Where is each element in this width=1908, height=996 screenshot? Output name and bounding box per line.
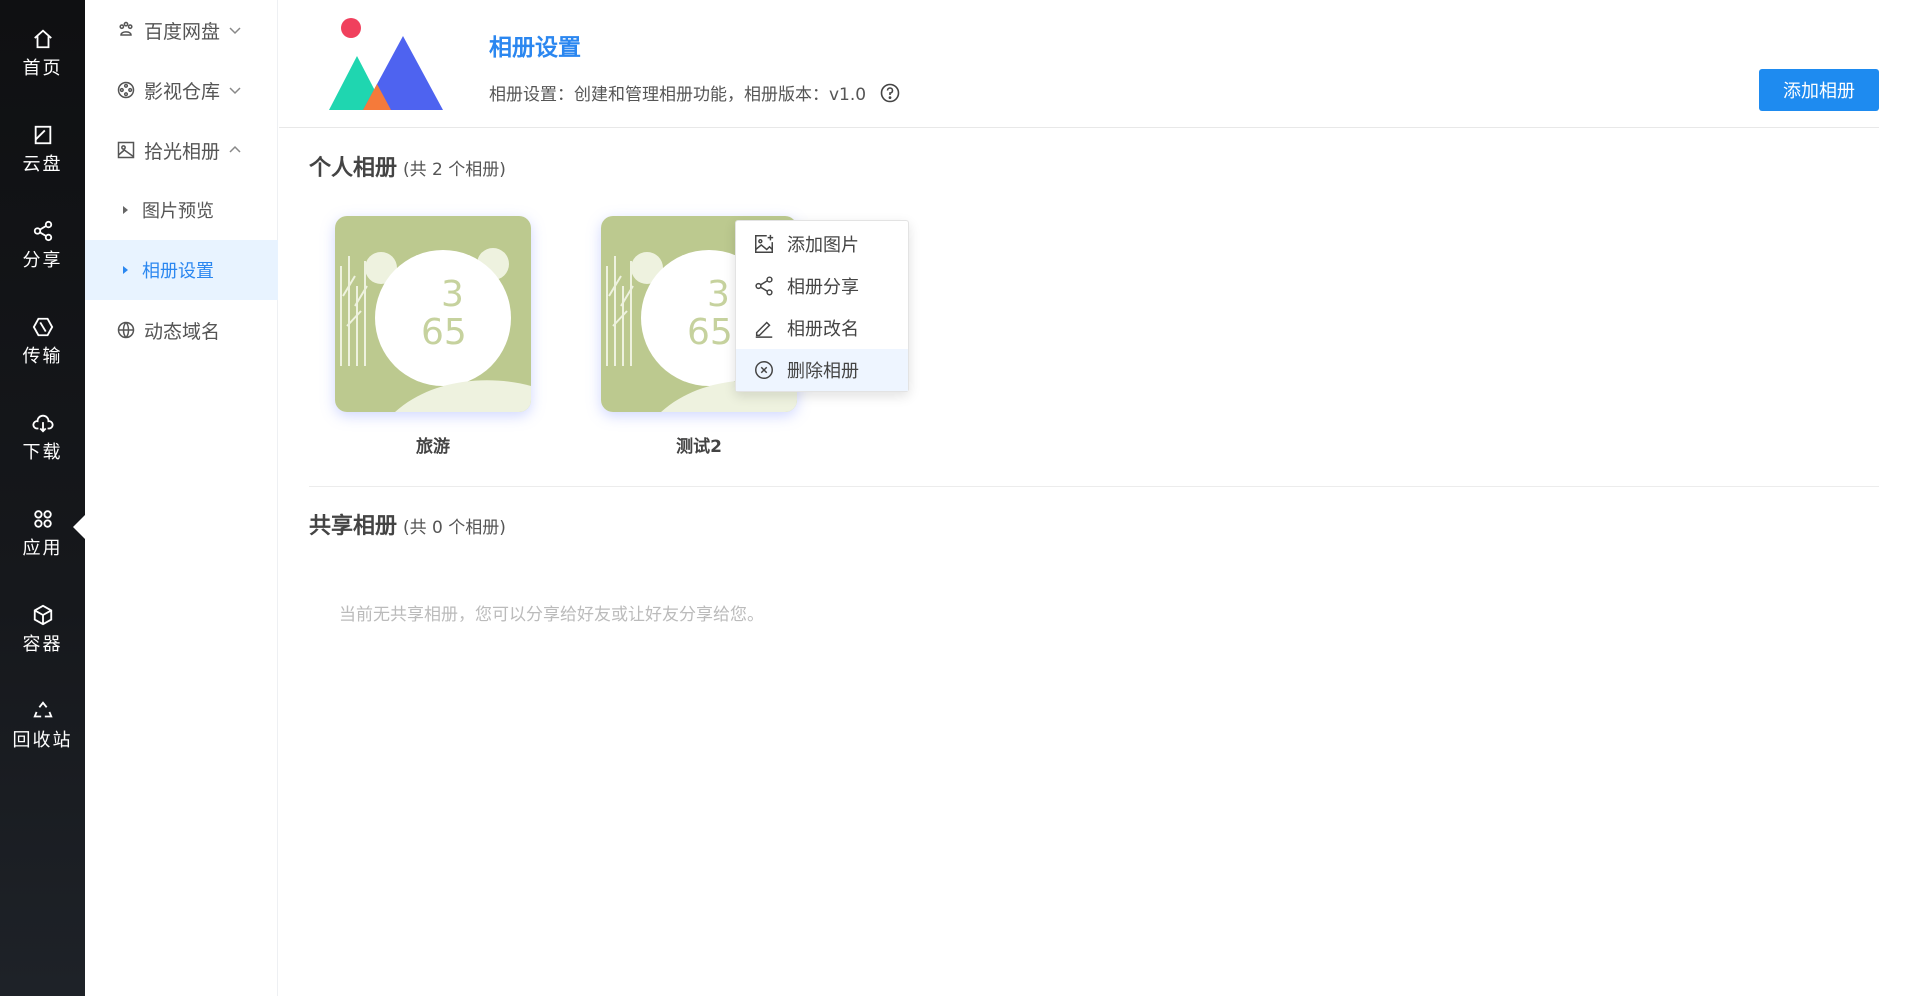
nav-item-share[interactable]: 分享	[0, 202, 85, 282]
page-subtitle: 相册设置：创建和管理相册功能，相册版本：v1.0	[489, 80, 900, 105]
personal-albums-title: 个人相册 (共 2 个相册)	[309, 150, 506, 182]
download-icon	[31, 414, 54, 433]
caret-right-icon	[123, 206, 128, 214]
chevron-down-icon	[229, 27, 241, 35]
page-title: 相册设置	[489, 35, 581, 61]
active-pointer	[73, 515, 85, 539]
svg-text:65: 65	[421, 312, 467, 353]
image-icon	[117, 141, 135, 159]
section-heading: 个人相册	[309, 156, 398, 181]
apps-icon	[33, 510, 52, 528]
share-icon	[33, 220, 52, 242]
submenu-label: 图片预览	[142, 201, 214, 222]
submenu-item-baidu[interactable]: 百度网盘	[85, 0, 278, 60]
cloud-disk-icon	[34, 125, 51, 145]
submenu-item-album[interactable]: 拾光相册	[85, 120, 278, 180]
submenu: 百度网盘 影视仓库 拾光相册 图片预览 相册设置 动态域名	[85, 0, 278, 996]
submenu-label: 百度网盘	[144, 20, 221, 43]
album-logo-icon	[329, 18, 443, 110]
share-icon	[755, 276, 773, 296]
svg-text:3: 3	[707, 274, 730, 315]
section-heading: 共享相册	[309, 514, 398, 539]
album-count: (共 2 个相册)	[403, 160, 506, 180]
chevron-up-icon	[229, 145, 241, 153]
menu-label: 添加图片	[787, 235, 859, 256]
main-nav: 首页 云盘 分享 传输 下载 应用 容器 回收站	[0, 0, 85, 996]
nav-item-container[interactable]: 容器	[0, 586, 85, 666]
nav-item-recycle[interactable]: 回收站	[0, 682, 85, 762]
nav-item-download[interactable]: 下载	[0, 394, 85, 474]
nav-label: 云盘	[22, 154, 63, 175]
home-icon	[33, 29, 52, 49]
nav-label: 传输	[22, 346, 63, 367]
menu-item-share-album[interactable]: 相册分享	[736, 265, 908, 307]
nav-label: 分享	[22, 250, 63, 271]
edit-icon	[755, 321, 773, 338]
album-count: (共 0 个相册)	[403, 518, 506, 538]
film-reel-icon	[117, 81, 135, 99]
submenu-label: 影视仓库	[144, 80, 221, 103]
paw-icon	[119, 21, 133, 36]
shared-albums-title: 共享相册 (共 0 个相册)	[309, 508, 506, 540]
menu-label: 相册分享	[787, 277, 859, 298]
submenu-item-album-settings[interactable]: 相册设置	[85, 240, 278, 300]
page-header: 相册设置 相册设置：创建和管理相册功能，相册版本：v1.0 添加相册	[279, 0, 1879, 128]
add-album-button[interactable]: 添加相册	[1759, 69, 1879, 111]
nav-item-home[interactable]: 首页	[0, 10, 85, 90]
chevron-down-icon	[229, 87, 241, 95]
menu-item-delete-album[interactable]: 删除相册	[736, 349, 908, 391]
submenu-item-video[interactable]: 影视仓库	[85, 60, 278, 120]
submenu-item-ddns[interactable]: 动态域名	[85, 300, 278, 360]
section-divider	[309, 486, 1879, 487]
menu-item-add-image[interactable]: 添加图片	[736, 223, 908, 265]
nav-item-transfer[interactable]: 传输	[0, 298, 85, 378]
album-card-travel[interactable]: 3 65	[335, 216, 531, 412]
menu-item-rename-album[interactable]: 相册改名	[736, 307, 908, 349]
submenu-item-preview[interactable]: 图片预览	[85, 180, 278, 240]
nav-item-cloud[interactable]: 云盘	[0, 106, 85, 186]
add-image-icon	[755, 234, 774, 253]
submenu-label: 动态域名	[144, 320, 221, 343]
page-description: 相册设置：创建和管理相册功能，相册版本：v1.0	[489, 85, 867, 105]
delete-circle-icon	[755, 361, 773, 379]
svg-text:65: 65	[687, 312, 733, 353]
help-icon[interactable]	[880, 83, 900, 103]
nav-label: 首页	[22, 58, 63, 79]
nav-label: 下载	[22, 442, 63, 463]
svg-text:3: 3	[441, 274, 464, 315]
container-icon	[33, 604, 52, 626]
nav-label: 回收站	[12, 730, 73, 751]
nav-label: 容器	[22, 634, 63, 655]
album-name: 旅游	[416, 437, 450, 457]
menu-label: 删除相册	[787, 361, 859, 382]
main-content: 相册设置 相册设置：创建和管理相册功能，相册版本：v1.0 添加相册 个人相册(…	[279, 0, 1908, 996]
album-context-menu: 添加图片 相册分享 相册改名 删除相册	[735, 220, 909, 392]
submenu-label: 相册设置	[142, 261, 214, 282]
recycle-icon	[32, 701, 53, 718]
empty-state-text: 当前无共享相册，您可以分享给好友或让好友分享给您。	[339, 605, 764, 625]
submenu-label: 拾光相册	[144, 140, 221, 163]
album-name: 测试2	[676, 437, 722, 457]
album-cover-image: 3 65	[335, 216, 531, 412]
menu-label: 相册改名	[787, 319, 859, 340]
transfer-icon	[32, 317, 53, 337]
globe-icon	[117, 321, 135, 339]
caret-right-icon	[123, 266, 128, 274]
